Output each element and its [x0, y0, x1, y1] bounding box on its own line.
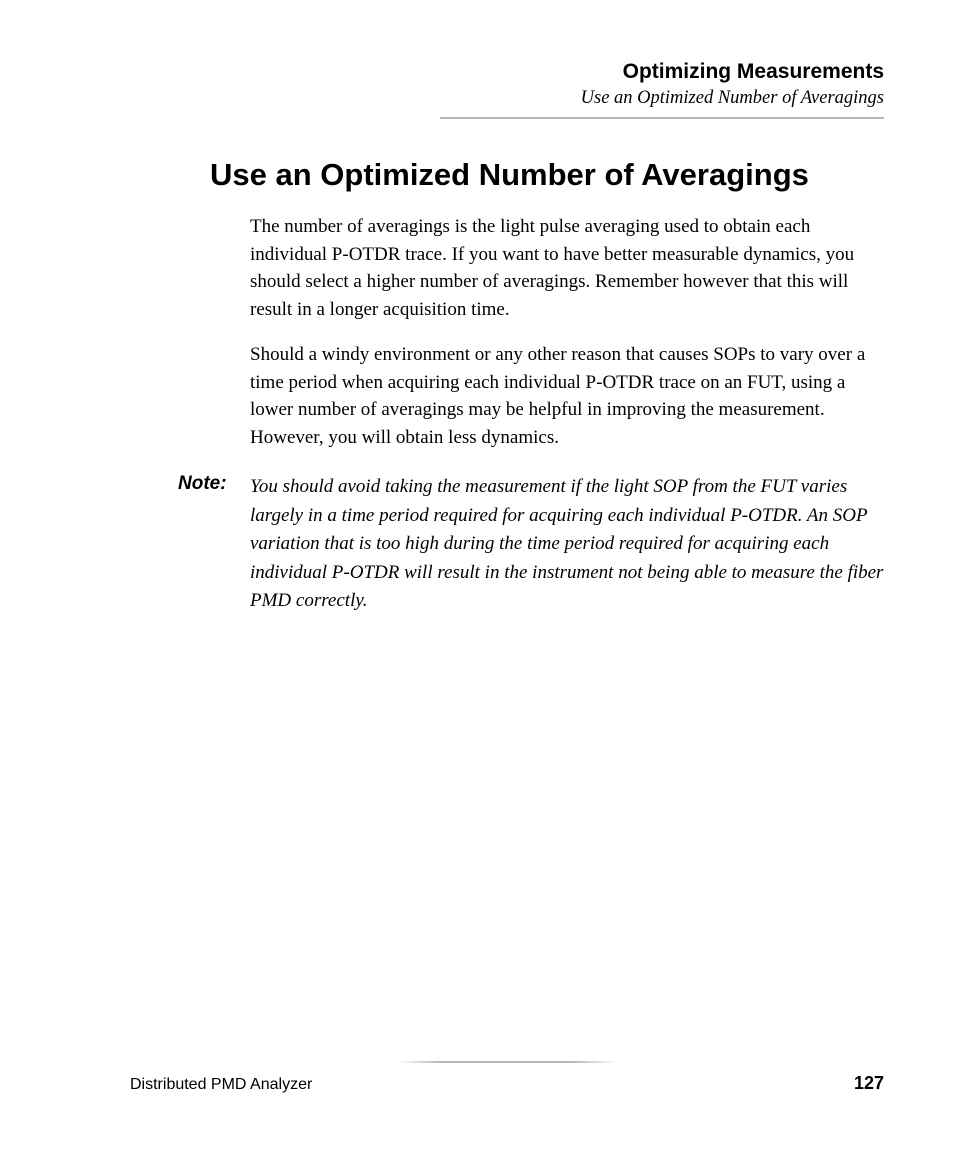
document-page: Optimizing Measurements Use an Optimized… [0, 0, 954, 1159]
note-block: Note: You should avoid taking the measur… [178, 473, 884, 616]
footer-divider [397, 1061, 617, 1063]
chapter-title: Optimizing Measurements [130, 60, 884, 84]
footer-product-name: Distributed PMD Analyzer [130, 1076, 312, 1094]
page-footer: Distributed PMD Analyzer 127 [130, 1061, 884, 1094]
page-number: 127 [854, 1073, 884, 1094]
note-text: You should avoid taking the measurement … [250, 473, 884, 616]
footer-divider-wrap [130, 1061, 884, 1063]
section-subtitle: Use an Optimized Number of Averagings [130, 88, 884, 109]
body-paragraph: The number of averagings is the light pu… [250, 213, 884, 323]
section-heading: Use an Optimized Number of Averagings [210, 157, 884, 193]
body-paragraph: Should a windy environment or any other … [250, 341, 884, 451]
page-header: Optimizing Measurements Use an Optimized… [130, 60, 884, 109]
header-divider [440, 117, 884, 119]
note-label: Note: [178, 473, 242, 495]
footer-row: Distributed PMD Analyzer 127 [130, 1073, 884, 1094]
